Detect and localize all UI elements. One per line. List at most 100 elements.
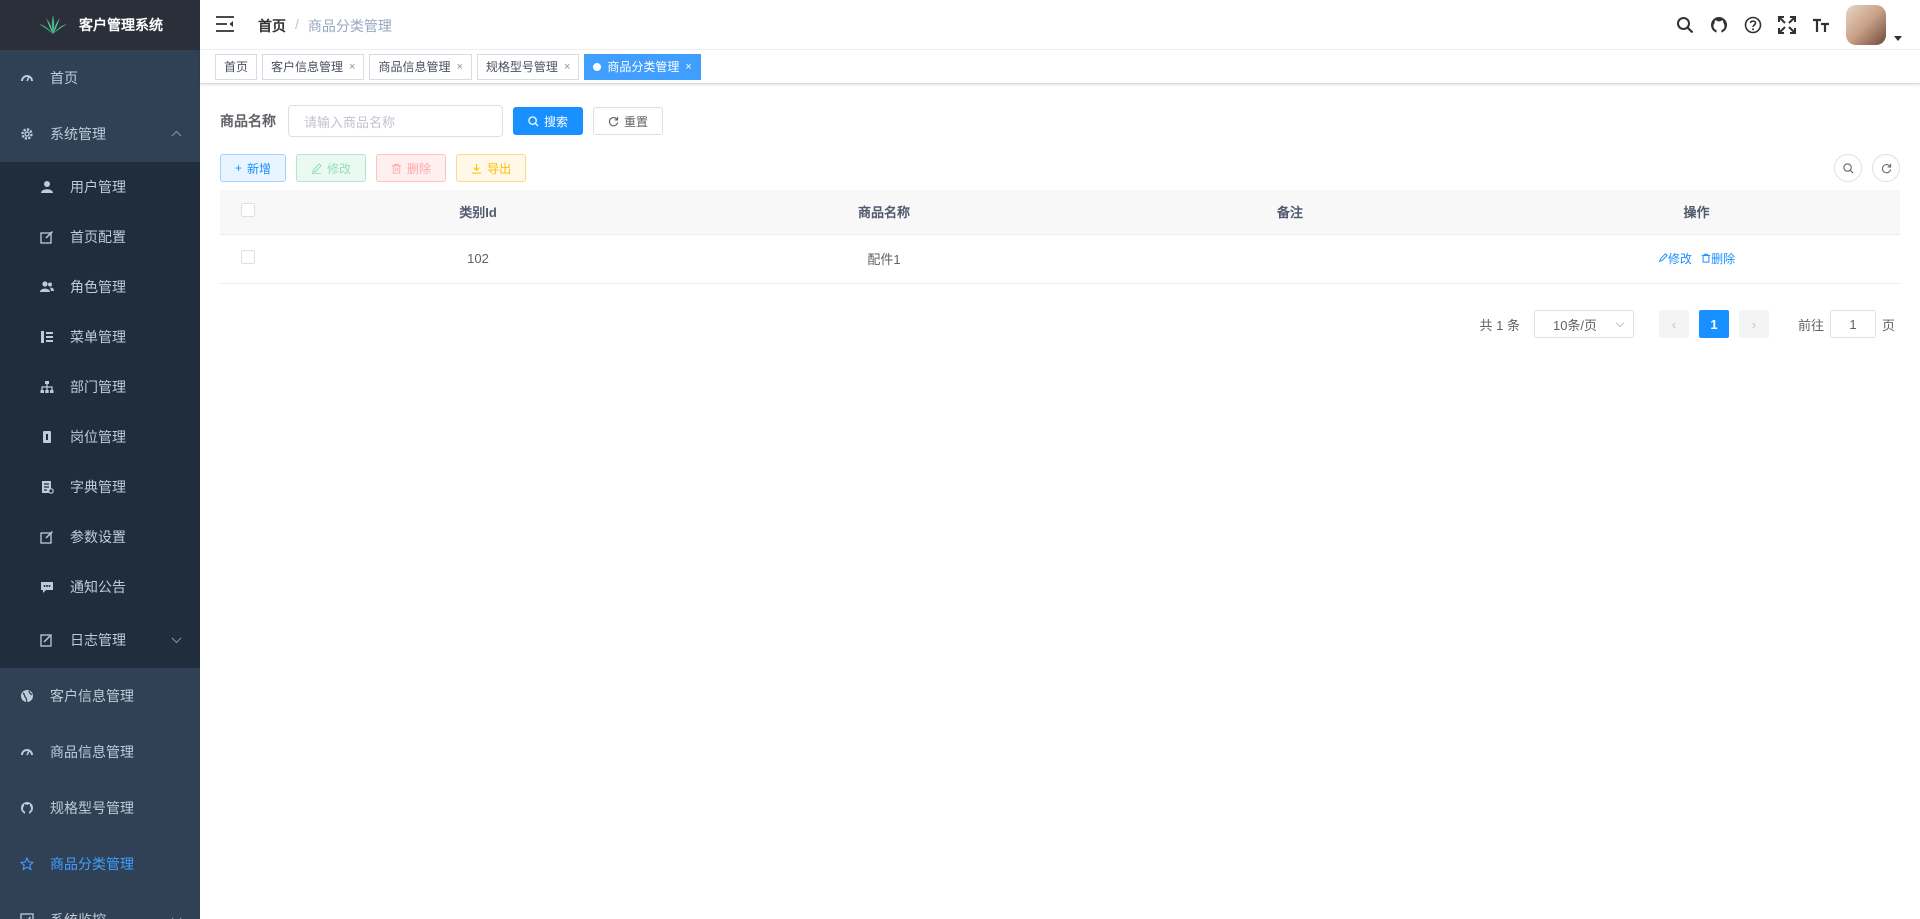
toggle-search-button[interactable] xyxy=(1834,154,1862,182)
hamburger-icon[interactable] xyxy=(216,16,234,32)
table-header-row: 类别Id 商品名称 备注 操作 xyxy=(220,190,1900,235)
sidebar-item-label: 参数设置 xyxy=(70,529,126,545)
remark-cell xyxy=(1087,234,1493,284)
row-edit-link[interactable]: 修改 xyxy=(1658,252,1695,266)
search-button[interactable]: 搜索 xyxy=(513,107,584,135)
edit-icon xyxy=(311,162,322,174)
add-button-label: 新增 xyxy=(247,161,272,176)
category-id-cell: 102 xyxy=(275,234,681,284)
close-icon[interactable]: × xyxy=(349,61,355,73)
sidebar-item-label: 规格型号管理 xyxy=(50,800,134,816)
goto-page-input[interactable]: 1 xyxy=(1829,310,1876,338)
reset-button[interactable]: 重置 xyxy=(593,107,664,135)
log-icon xyxy=(40,633,54,647)
prev-page-button[interactable]: ‹ xyxy=(1658,310,1689,338)
sidebar-item-role[interactable]: 角色管理 xyxy=(0,262,200,312)
select-all-checkbox[interactable] xyxy=(240,203,255,218)
sidebar-item-dict[interactable]: 字典管理 xyxy=(0,462,200,512)
sidebar-item-config[interactable]: 参数设置 xyxy=(0,512,200,562)
pagination-total: 共 1 条 xyxy=(1479,317,1520,333)
sidebar-item-post[interactable]: 岗位管理 xyxy=(0,412,200,462)
sidebar-item-home-config[interactable]: 首页配置 xyxy=(0,212,200,262)
sidebar-item-dept[interactable]: 部门管理 xyxy=(0,362,200,412)
breadcrumb-home[interactable]: 首页 xyxy=(258,16,286,36)
tag-label: 客户信息管理 xyxy=(271,60,344,74)
search-button-label: 搜索 xyxy=(544,114,569,129)
tree-icon xyxy=(40,380,54,394)
tag-product[interactable]: 商品信息管理 × xyxy=(369,53,472,80)
product-name-input[interactable]: 请输入商品名称 xyxy=(288,105,503,137)
submenu-system: 用户管理 首页配置 角色管理 菜单管理 部门管理 岗位管理 字典管理 参数设置 … xyxy=(0,162,200,668)
sidebar-item-label: 通知公告 xyxy=(70,579,126,595)
tree-table-icon xyxy=(40,330,54,344)
table-row[interactable]: 102 配件1 修改 删除 xyxy=(220,234,1900,284)
sidebar-item-spec[interactable]: 规格型号管理 xyxy=(0,780,200,836)
sidebar-item-label: 系统管理 xyxy=(50,126,106,142)
fullscreen-icon[interactable] xyxy=(1778,16,1796,34)
sidebar-item-notice[interactable]: 通知公告 xyxy=(0,562,200,612)
search-icon xyxy=(528,115,539,127)
tag-home[interactable]: 首页 xyxy=(215,53,258,80)
sidebar-item-label: 菜单管理 xyxy=(70,329,126,345)
sidebar-item-label: 日志管理 xyxy=(70,632,126,648)
tag-customer[interactable]: 客户信息管理 × xyxy=(262,53,365,80)
search-icon[interactable] xyxy=(1676,16,1694,34)
dashboard-icon xyxy=(20,71,34,85)
add-button[interactable]: + 新增 xyxy=(220,154,287,182)
chevron-down-icon xyxy=(171,633,182,644)
close-icon[interactable]: × xyxy=(564,61,570,73)
search-form: 商品名称 请输入商品名称 搜索 重置 xyxy=(220,105,1900,137)
chevron-down-icon xyxy=(171,913,182,919)
chevron-up-icon xyxy=(171,130,182,141)
tag-spec[interactable]: 规格型号管理 × xyxy=(476,53,580,80)
chevron-down-icon xyxy=(1615,318,1625,328)
sidebar-item-monitor[interactable]: 系统监控 xyxy=(0,892,200,919)
sidebar-item-product[interactable]: 商品信息管理 xyxy=(0,724,200,780)
row-checkbox[interactable] xyxy=(240,250,255,264)
next-page-button[interactable]: › xyxy=(1738,310,1769,338)
navbar: 首页 / 商品分类管理 xyxy=(200,0,1920,50)
sidebar-item-menu[interactable]: 菜单管理 xyxy=(0,312,200,362)
row-edit-label: 修改 xyxy=(1667,252,1692,266)
sidebar: 客户管理系统 首页 系统管理 用户管理 首页配置 角色管理 菜单管理 部门管理 … xyxy=(0,0,200,919)
app-title: 客户管理系统 xyxy=(79,17,163,33)
column-header: 类别Id xyxy=(275,190,681,235)
github-icon[interactable] xyxy=(1710,16,1728,34)
caret-down-icon[interactable] xyxy=(1894,35,1902,41)
close-icon[interactable]: × xyxy=(456,61,462,73)
font-size-icon[interactable] xyxy=(1812,16,1830,34)
edit-button[interactable]: 修改 xyxy=(296,154,367,182)
avatar[interactable] xyxy=(1846,5,1886,45)
sidebar-item-label: 首页 xyxy=(50,70,78,86)
column-header: 备注 xyxy=(1087,190,1493,235)
tag-label: 商品信息管理 xyxy=(378,60,451,74)
refresh-button[interactable] xyxy=(1872,154,1900,182)
logo[interactable]: 客户管理系统 xyxy=(0,0,200,50)
question-icon[interactable] xyxy=(1744,16,1762,34)
sidebar-item-category[interactable]: 商品分类管理 xyxy=(0,836,200,892)
user-icon xyxy=(40,180,54,194)
post-icon xyxy=(40,430,54,444)
export-button[interactable]: 导出 xyxy=(456,154,527,182)
page-size-select[interactable]: 10条/页 xyxy=(1533,310,1634,338)
close-icon[interactable]: × xyxy=(685,61,691,73)
system-icon xyxy=(20,127,34,141)
toolbar: + 新增 修改 删除 导出 xyxy=(220,154,1900,182)
sidebar-item-log[interactable]: 日志管理 xyxy=(0,612,200,668)
delete-icon xyxy=(391,163,402,174)
sidebar-item-user[interactable]: 用户管理 xyxy=(0,162,200,212)
tag-category[interactable]: 商品分类管理 × xyxy=(584,53,701,80)
refresh-icon xyxy=(1881,163,1891,173)
delete-button[interactable]: 删除 xyxy=(376,154,447,182)
sidebar-item-home[interactable]: 首页 xyxy=(0,50,200,106)
reset-button-label: 重置 xyxy=(624,114,649,129)
page-size-value: 10条/页 xyxy=(1552,317,1598,333)
page-jumper: 前往 1 页 xyxy=(1798,310,1895,338)
row-delete-link[interactable]: 删除 xyxy=(1701,252,1735,266)
sidebar-item-label: 角色管理 xyxy=(70,279,126,295)
goto-prefix: 前往 xyxy=(1797,317,1824,333)
page-number-current[interactable]: 1 xyxy=(1698,310,1729,338)
sidebar-item-customer[interactable]: 客户信息管理 xyxy=(0,668,200,724)
goto-suffix: 页 xyxy=(1881,317,1895,333)
sidebar-item-system[interactable]: 系统管理 xyxy=(0,106,200,162)
